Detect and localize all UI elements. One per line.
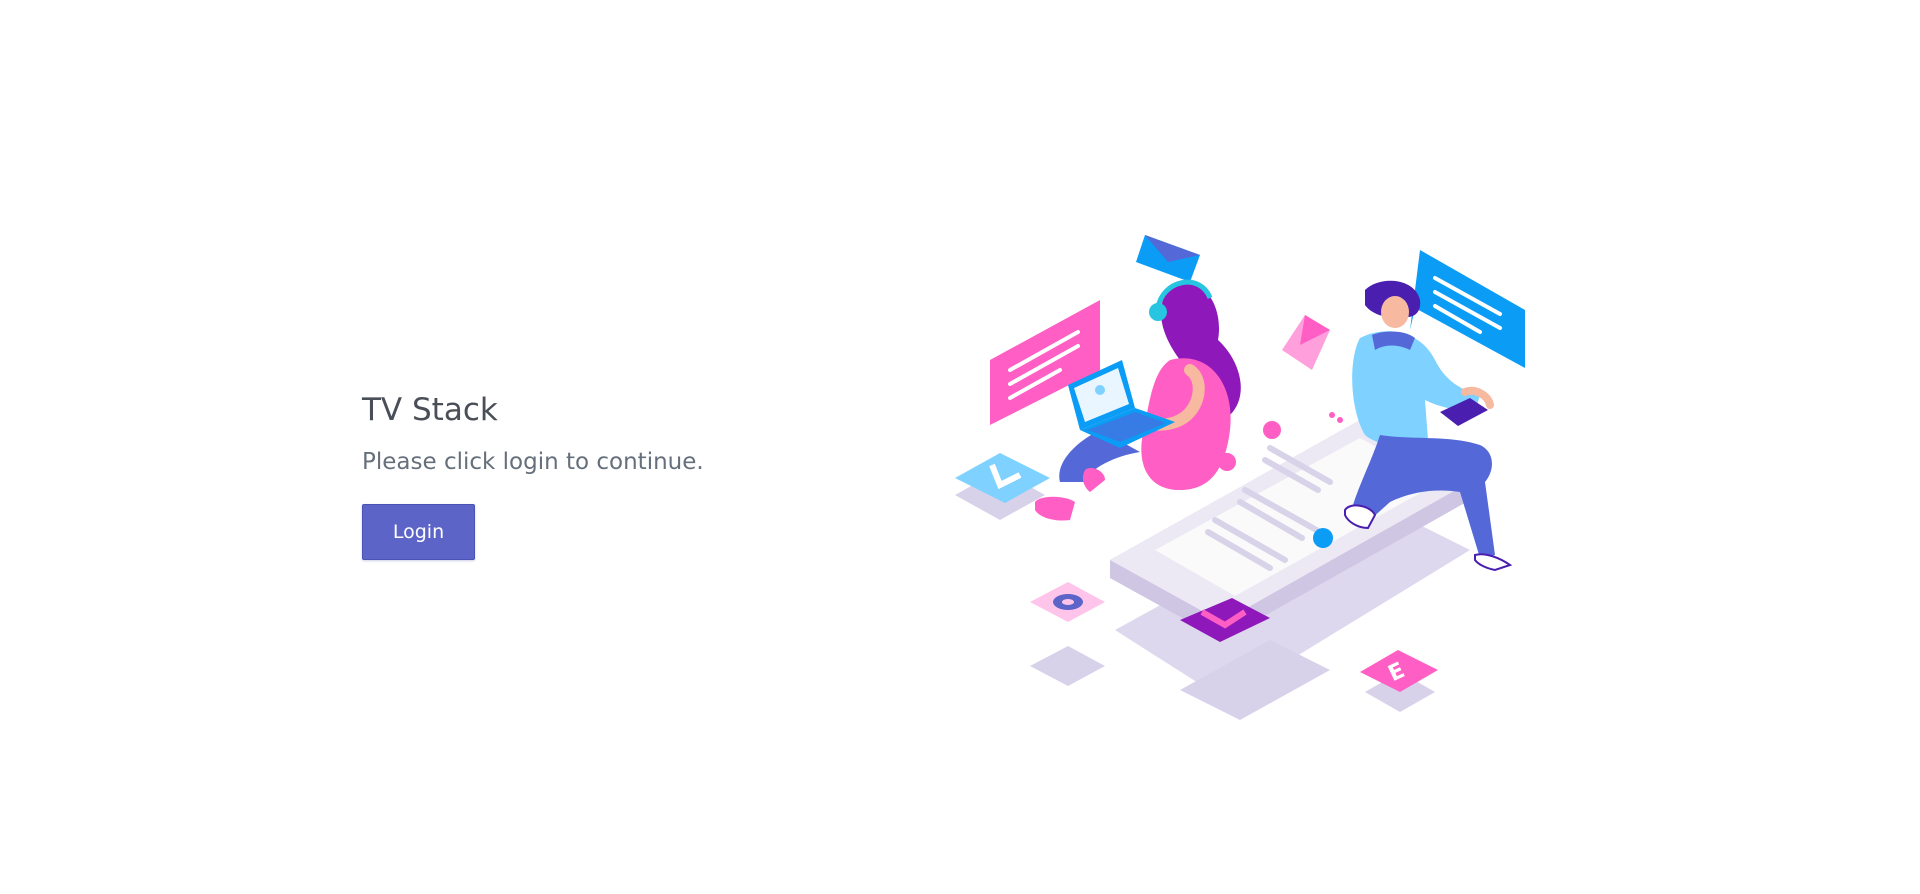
heart-icon	[1329, 412, 1335, 418]
chat-avatar-pink2-icon	[1263, 421, 1281, 439]
woman-shoe-right	[1082, 468, 1105, 492]
man-shoe-right	[1474, 553, 1513, 572]
login-page: TV Stack Please click login to continue.…	[0, 0, 1920, 894]
laptop-avatar	[1095, 385, 1105, 395]
man-face	[1381, 296, 1409, 328]
chat-avatar-blue-icon	[1313, 528, 1333, 548]
woman-headphone-ear	[1149, 303, 1167, 321]
man-hoodie	[1352, 331, 1480, 446]
login-button[interactable]: Login	[362, 504, 475, 560]
people-chatting-illustration: E	[955, 235, 1525, 720]
woman-shoe-left	[1035, 496, 1075, 521]
login-panel: TV Stack Please click login to continue.…	[362, 390, 862, 560]
heart-icon-2	[1337, 417, 1343, 423]
tile-blank-icon	[1030, 646, 1105, 686]
tile-o-hole	[1062, 599, 1074, 605]
login-instruction: Please click login to continue.	[362, 449, 704, 475]
app-title: TV Stack	[362, 392, 498, 428]
